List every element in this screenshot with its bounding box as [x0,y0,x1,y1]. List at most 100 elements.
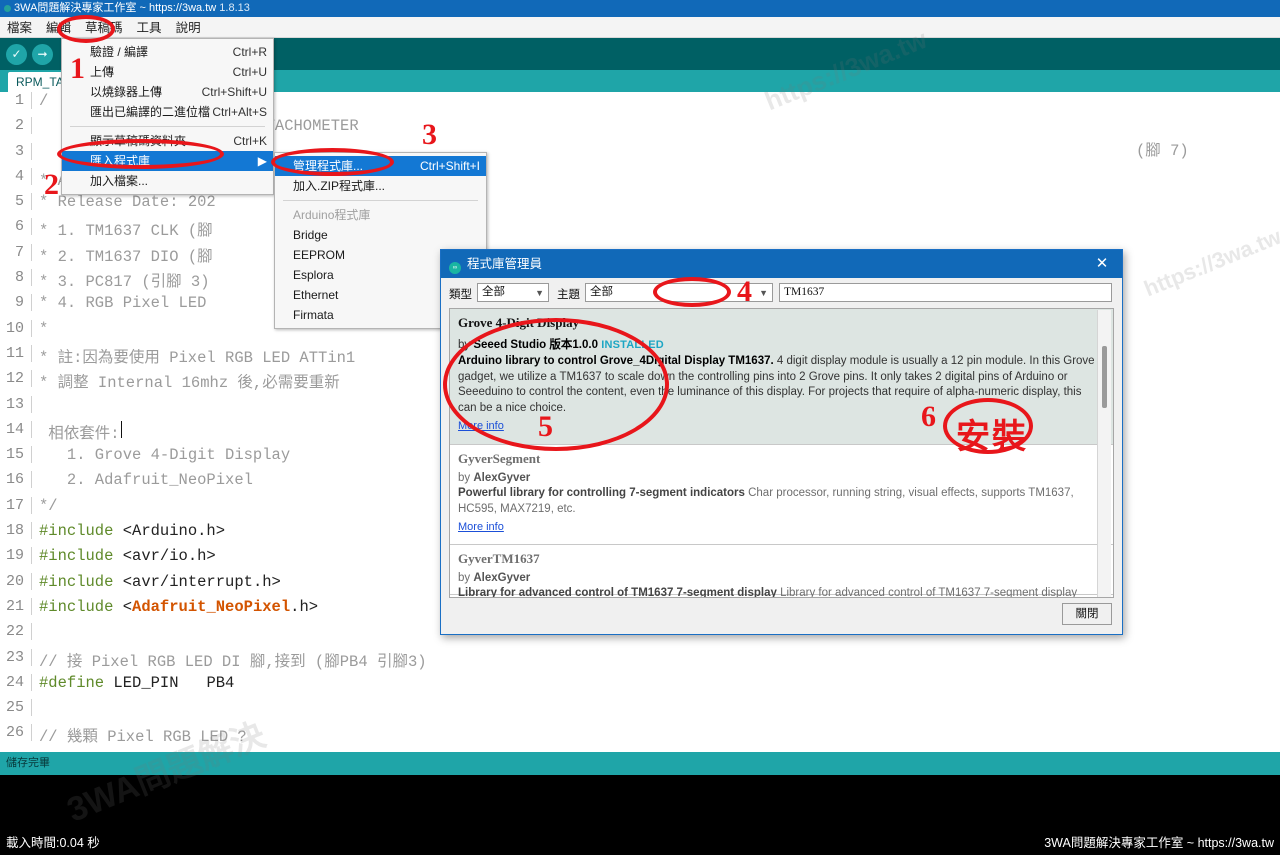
close-button[interactable]: 關閉 [1062,603,1112,625]
menu-item-label: 驗證 / 編譯 [90,45,148,59]
menu-item-label: 以燒錄器上傳 [90,85,162,99]
menu-item-accel: Ctrl+K [233,131,267,151]
submenu-item-manage-libraries[interactable]: 管理程式庫...Ctrl+Shift+I [275,156,486,176]
line-text: <avr/interrupt.h> [113,573,280,591]
code-line: 26// 幾顆 Pixel RGB LED ? [0,724,1280,749]
menu-item-export-binary[interactable]: 匯出已編譯的二進位檔Ctrl+Alt+S [62,102,273,122]
line-number: 8 [0,269,32,286]
menu-item-verify[interactable]: 驗證 / 編譯 Ctrl+R [62,42,273,62]
library-description-bold: Arduino library to control Grove_4Digita… [458,355,774,367]
line-number: 9 [0,294,32,311]
line-number: 23 [0,649,32,666]
menu-sketch[interactable]: 草稿碼 [78,17,130,38]
line-number: 20 [0,573,32,590]
menu-item-add-file[interactable]: 加入檔案... [62,171,273,191]
menu-item-show-sketch-folder[interactable]: 顯示草稿碼資料夾 Ctrl+K [62,131,273,151]
library-version: 版本1.0.0 [549,339,598,351]
annotation-install-label: 安裝 [956,409,1028,458]
menu-item-import-library[interactable]: 匯入程式庫▶ [62,151,273,171]
screen: 3WA問題解決專家工作室 ~ https://3wa.tw 1.8.13 檔案編… [0,0,1280,855]
line-number: 3 [0,143,32,160]
line-text: LED_PIN PB4 [104,674,234,692]
menu-item-accel: Ctrl+R [233,42,267,62]
line-number: 17 [0,497,32,514]
line-text: <Arduino.h> [113,522,225,540]
code-line: 24 #define LED_PIN PB4 [0,674,1280,699]
filter-type-label: 類型 [449,286,472,302]
library-description-bold: Powerful library for controlling 7-segme… [458,487,745,499]
preprocessor-keyword: #define [39,674,104,692]
library-author: Seeed Studio [473,339,546,351]
line-text: < [113,598,132,616]
line-text: * 註:因為要使用 Pixel RGB LED ATTin1 [32,345,355,367]
menu-separator [283,200,478,201]
preprocessor-keyword: #include [39,522,113,540]
filter-topic-select[interactable]: 全部▼ [585,283,773,302]
library-description: Arduino library to control Grove_4Digita… [458,354,1101,416]
line-number: 24 [0,674,32,691]
line-text: // 幾顆 Pixel RGB LED ? [32,724,247,746]
by-prefix: by [458,572,473,584]
code-line: 5* Release Date: 202 [0,193,1280,218]
app-icon [4,5,11,12]
filter-type-select[interactable]: 全部 ▼ [477,283,549,302]
library-author-line: by AlexGyver [458,572,1101,584]
line-text: * 1. TM1637 CLK (腳 [32,218,213,240]
submenu-item-add-zip-library[interactable]: 加入.ZIP程式庫... [275,176,486,196]
menu-tools[interactable]: 工具 [130,17,169,38]
line-text: <avr/io.h> [113,547,215,565]
menu-item-label: 顯示草稿碼資料夾 [90,134,186,148]
scrollbar-thumb[interactable] [1102,346,1107,408]
library-search-input[interactable]: TM1637 [779,283,1112,302]
verify-button[interactable]: ✓ [6,44,27,65]
menu-file[interactable]: 檔案 [0,17,39,38]
line-number: 12 [0,370,32,387]
library-description-text: Library for advanced control of TM1637 7… [777,587,1077,598]
menu-edit[interactable]: 編輯 [39,17,78,38]
list-scrollbar[interactable] [1097,310,1111,598]
line-number: 14 [0,421,32,438]
line-number: 16 [0,471,32,488]
menu-item-label: 上傳 [90,65,114,79]
line-text: */ [32,497,58,515]
window-titlebar: 3WA問題解決專家工作室 ~ https://3wa.tw 1.8.13 [0,0,1280,17]
arduino-infinity-icon: ∞ [449,262,461,274]
menu-item-label: Arduino程式庫 [293,208,370,222]
status-badge: INSTALLED [601,339,664,351]
chevron-down-icon: ▼ [535,285,544,302]
library-author: AlexGyver [473,472,530,484]
line-text: * 調整 Internal 16mhz 後,必需要重新 [32,370,340,392]
dialog-filter-row: 類型 全部▼ 主題 全部▼ TM1637 [449,283,1114,305]
line-number: 22 [0,623,32,640]
sketch-menu-dropdown[interactable]: 驗證 / 編譯 Ctrl+R 上傳 Ctrl+U 以燒錄器上傳Ctrl+Shift+… [61,38,274,195]
line-number: 19 [0,547,32,564]
preprocessor-keyword: #include [39,573,113,591]
menu-help[interactable]: 說明 [169,17,208,38]
submenu-item-bridge[interactable]: Bridge [275,225,486,245]
status-bar: 儲存完畢 [0,752,1280,775]
close-icon[interactable]: ✕ [1086,250,1118,278]
dialog-titlebar: ∞ 程式庫管理員 ✕ [441,250,1122,278]
menu-item-upload[interactable]: 上傳 Ctrl+U [62,62,273,82]
line-number: 21 [0,598,32,615]
upload-button[interactable]: ➞ [32,44,53,65]
library-entry[interactable]: GyverTM1637 by AlexGyver Library for adv… [450,545,1113,595]
filter-type-value: 全部 [482,286,505,298]
dialog-title: 程式庫管理員 [467,257,542,271]
line-text: // 接 Pixel RGB LED DI 腳,接到 (腳PB4 引腳3) [32,649,427,671]
code-line: 6* 1. TM1637 CLK (腳 [0,218,1280,243]
more-info-link[interactable]: More info [458,521,504,533]
library-entry[interactable]: GyverSegment by AlexGyver Powerful libra… [450,445,1113,545]
menubar[interactable]: 檔案編輯草稿碼工具說明 [0,17,1280,38]
library-description: Library for advanced control of TM1637 7… [458,586,1101,598]
line-text: * Release Date: 202 [32,193,216,211]
more-info-link[interactable]: More info [458,420,504,432]
menu-item-upload-programmer[interactable]: 以燒錄器上傳Ctrl+Shift+U [62,82,273,102]
line-text: / [32,92,48,110]
submenu-arrow-icon: ▶ [258,151,267,171]
by-prefix: by [458,472,473,484]
library-name: GyverTM1637 [458,551,1101,567]
menu-item-accel: Ctrl+U [233,62,267,82]
filter-topic-label: 主題 [557,286,580,302]
menu-item-label: Firmata [293,308,334,322]
